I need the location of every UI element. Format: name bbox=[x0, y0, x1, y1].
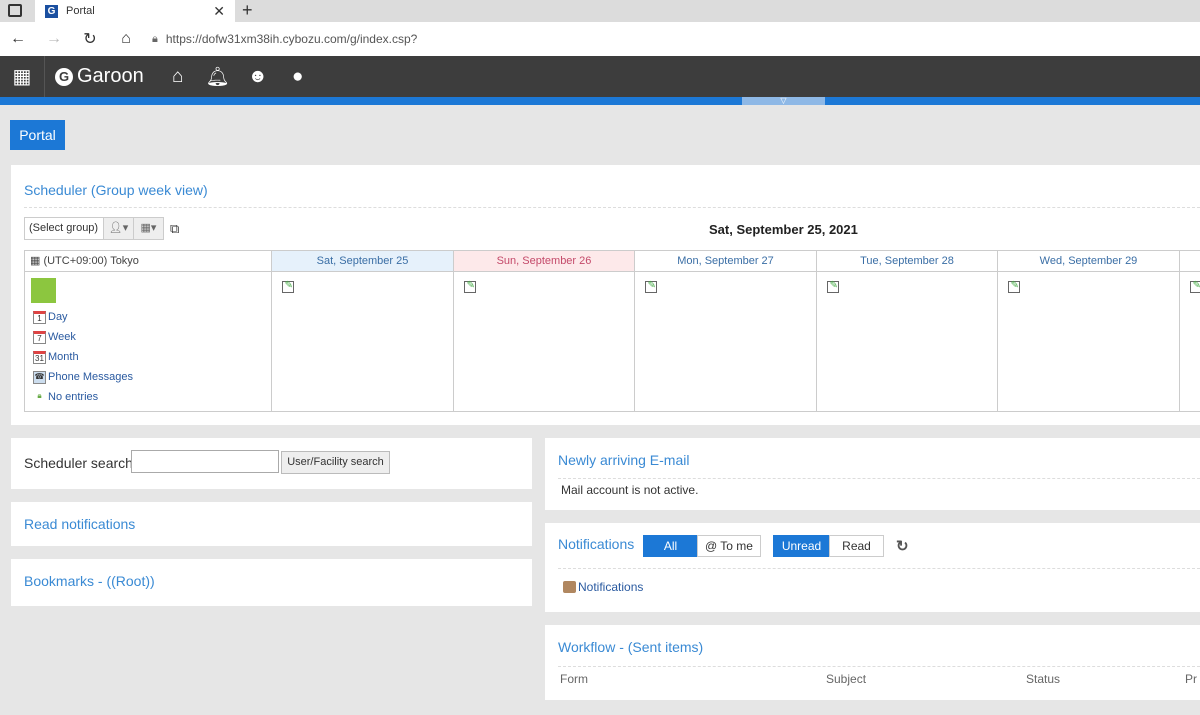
scheduler-search-input[interactable] bbox=[131, 450, 279, 473]
new-tab-icon[interactable]: + bbox=[242, 0, 253, 21]
phone-icon: ☎ bbox=[33, 370, 46, 384]
day-header[interactable]: Mon, September 27 bbox=[635, 251, 816, 272]
filter-to-me-button[interactable]: @ To me bbox=[697, 535, 761, 557]
url-field[interactable]: https://dofw31xm38ih.cybozu.com/g/index.… bbox=[165, 32, 418, 46]
copy-window-icon[interactable]: ⧉ bbox=[170, 221, 179, 237]
address-bar: ← → ↻ ⌂ 🔒︎ https://dofw31xm38ih.cybozu.c… bbox=[0, 22, 1200, 56]
globe-icon[interactable]: ● bbox=[278, 66, 318, 88]
portal-button[interactable]: Portal bbox=[10, 120, 65, 150]
workflow-panel: Workflow - (Sent items) Form Subject Sta… bbox=[545, 625, 1200, 700]
view-link-month[interactable]: 31 Month bbox=[33, 347, 271, 367]
reload-icon[interactable]: ↻ bbox=[72, 29, 108, 49]
add-event-icon[interactable]: ✎ bbox=[827, 281, 839, 293]
add-event-icon[interactable]: ✎ bbox=[645, 281, 657, 293]
day-column: Sat, September 25 ✎ bbox=[272, 251, 454, 411]
day-column: Wed, September 29 ✎ bbox=[998, 251, 1180, 411]
garoon-favicon-icon: G bbox=[45, 4, 58, 18]
column-form[interactable]: Form bbox=[560, 672, 588, 686]
view-link-no-entries[interactable]: 🔒︎ No entries bbox=[33, 387, 271, 407]
day-header[interactable]: Sat, September 25 bbox=[272, 251, 453, 272]
home-browser-icon[interactable]: ⌂ bbox=[108, 30, 144, 48]
calendar-icon: 1 bbox=[33, 310, 46, 324]
scheduler-search-panel: Scheduler search User/Facility search bbox=[11, 438, 532, 489]
read-notifications-title[interactable]: Read notifications bbox=[24, 516, 135, 532]
day-column: ✎ bbox=[1180, 251, 1200, 411]
header-accent-bar bbox=[0, 97, 1200, 105]
app-name: Garoon bbox=[77, 65, 144, 87]
day-column: Mon, September 27 ✎ bbox=[635, 251, 817, 411]
tab-title: Portal bbox=[66, 5, 95, 17]
email-message: Mail account is not active. bbox=[561, 483, 699, 497]
smiley-icon[interactable]: ☻ bbox=[238, 66, 278, 88]
home-icon[interactable]: ⌂ bbox=[158, 66, 198, 88]
email-title[interactable]: Newly arriving E-mail bbox=[558, 452, 689, 468]
add-event-icon[interactable]: ✎ bbox=[282, 281, 294, 293]
inbox-icon bbox=[563, 581, 576, 593]
filter-unread-button[interactable]: Unread bbox=[773, 535, 830, 557]
user-facility-search-button[interactable]: User/Facility search bbox=[281, 451, 390, 474]
forward-icon[interactable]: → bbox=[36, 30, 72, 48]
tab-actions-icon[interactable] bbox=[8, 4, 22, 17]
calendar-icon: 7 bbox=[33, 330, 46, 344]
week-calendar: ▦ (UTC+09:00) Tokyo 1 Day 7 Week 31 Month ☎ Pho… bbox=[24, 250, 1200, 412]
link-label: Month bbox=[48, 351, 79, 363]
notifications-link-label: Notifications bbox=[578, 580, 644, 594]
filter-all-button[interactable]: All bbox=[643, 535, 698, 557]
browser-tab-bar: G Portal ✕ + bbox=[0, 0, 1200, 22]
link-label: No entries bbox=[48, 391, 99, 403]
member-column: ▦ (UTC+09:00) Tokyo 1 Day 7 Week 31 Month ☎ Pho… bbox=[25, 251, 272, 411]
back-icon[interactable]: ← bbox=[0, 30, 36, 48]
view-link-phone-messages[interactable]: ☎ Phone Messages bbox=[33, 367, 271, 387]
view-link-day[interactable]: 1 Day bbox=[33, 307, 271, 327]
workflow-title[interactable]: Workflow - (Sent items) bbox=[558, 639, 703, 655]
read-notifications-panel: Read notifications bbox=[11, 502, 532, 546]
bookmarks-title[interactable]: Bookmarks - ((Root)) bbox=[24, 573, 155, 589]
link-label: Day bbox=[48, 311, 68, 323]
bookmarks-panel: Bookmarks - ((Root)) bbox=[11, 559, 532, 606]
garoon-logo-icon: G bbox=[55, 67, 73, 86]
column-subject[interactable]: Subject bbox=[826, 672, 866, 686]
email-panel: Newly arriving E-mail Mail account is no… bbox=[545, 438, 1200, 510]
lock-icon: 🔒︎ bbox=[37, 390, 42, 400]
day-header[interactable]: Sun, September 26 bbox=[454, 251, 634, 272]
notifications-title[interactable]: Notifications bbox=[558, 536, 634, 552]
notifications-panel: Notifications All @ To me Unread Read ↻ … bbox=[545, 523, 1200, 612]
close-tab-icon[interactable]: ✕ bbox=[213, 3, 225, 20]
user-select-icon[interactable]: 👤︎▾ bbox=[103, 217, 134, 240]
column-priority[interactable]: Pr bbox=[1185, 672, 1197, 686]
link-label: Phone Messages bbox=[48, 371, 133, 383]
day-header[interactable]: Tue, September 28 bbox=[817, 251, 997, 272]
app-header: ▦ G Garoon ⌂ 🔔︎ ☻ ● bbox=[0, 56, 1200, 97]
day-header[interactable]: Wed, September 29 bbox=[998, 251, 1179, 272]
browser-tab[interactable]: G Portal ✕ bbox=[35, 0, 235, 22]
calendar-icon: 31 bbox=[33, 350, 46, 364]
notifications-link[interactable]: Notifications bbox=[563, 580, 643, 594]
current-date: Sat, September 25, 2021 bbox=[709, 222, 858, 237]
apps-grid-icon[interactable]: ▦ bbox=[0, 56, 45, 97]
facility-select-icon[interactable]: ▦▾ bbox=[133, 217, 164, 240]
bell-icon[interactable]: 🔔︎ bbox=[198, 65, 238, 89]
chevron-down-icon[interactable]: ▽ bbox=[742, 97, 825, 105]
add-event-icon[interactable]: ✎ bbox=[1190, 281, 1200, 293]
view-link-week[interactable]: 7 Week bbox=[33, 327, 271, 347]
garoon-logo[interactable]: G Garoon bbox=[55, 65, 144, 88]
select-group-dropdown[interactable]: (Select group) bbox=[24, 217, 104, 240]
add-event-icon[interactable]: ✎ bbox=[1008, 281, 1020, 293]
day-column: Tue, September 28 ✎ bbox=[817, 251, 998, 411]
refresh-icon[interactable]: ↻ bbox=[896, 537, 909, 555]
column-status[interactable]: Status bbox=[1026, 672, 1060, 686]
scheduler-panel: Scheduler (Group week view) (Select grou… bbox=[11, 165, 1200, 425]
filter-read-button[interactable]: Read bbox=[829, 535, 884, 557]
scheduler-title[interactable]: Scheduler (Group week view) bbox=[24, 182, 208, 198]
add-event-icon[interactable]: ✎ bbox=[464, 281, 476, 293]
avatar[interactable] bbox=[31, 278, 56, 303]
lock-icon: 🔒︎ bbox=[152, 32, 158, 45]
link-label: Week bbox=[48, 331, 76, 343]
timezone-label: ▦ (UTC+09:00) Tokyo bbox=[25, 251, 271, 272]
scheduler-search-label: Scheduler search bbox=[24, 455, 133, 471]
day-column: Sun, September 26 ✎ bbox=[454, 251, 635, 411]
